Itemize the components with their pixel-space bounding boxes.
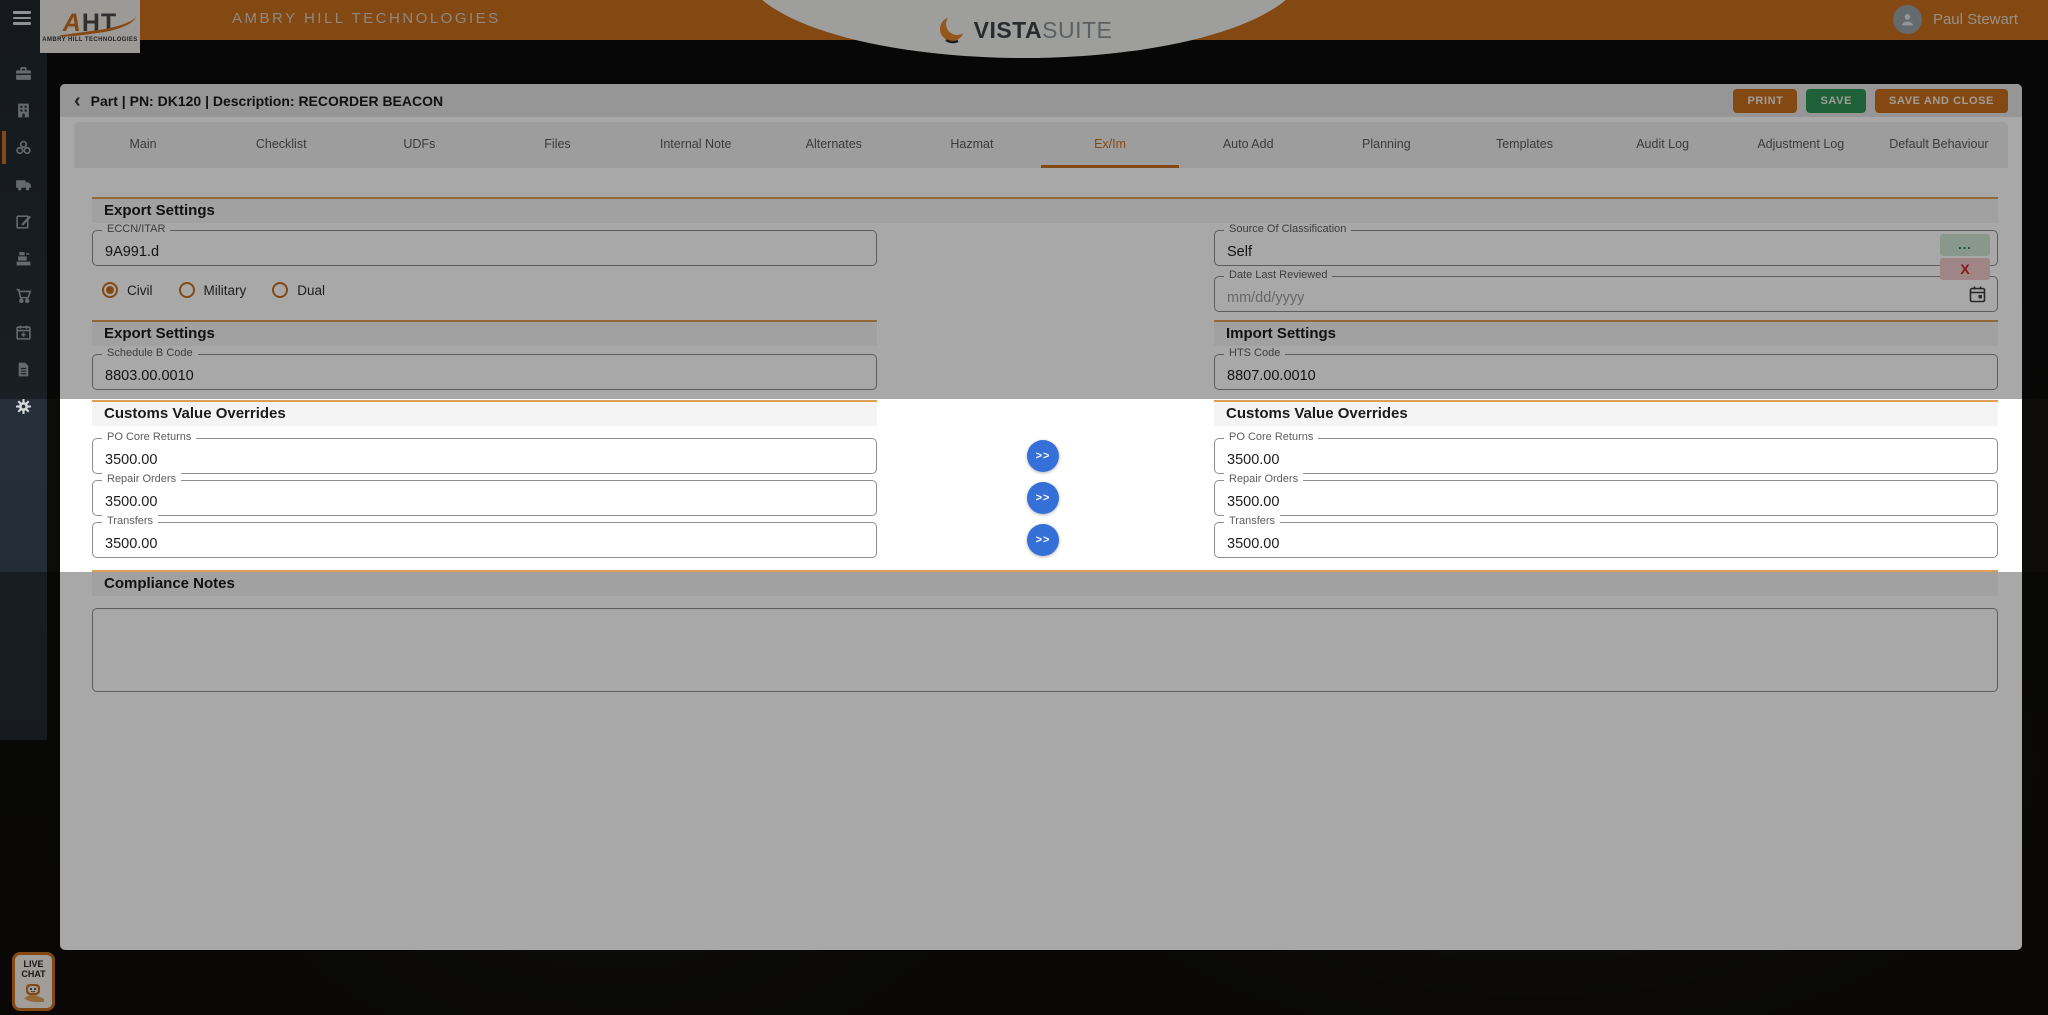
dim-overlay-top: [0, 0, 2048, 399]
po-core-returns-left-label: PO Core Returns: [102, 431, 196, 443]
transfers-left-field[interactable]: Transfers: [92, 522, 877, 558]
repair-orders-left-label: Repair Orders: [102, 473, 181, 485]
copy-po-core-returns-button[interactable]: >>: [1027, 440, 1059, 472]
transfers-left-input[interactable]: [93, 523, 876, 557]
copy-transfers-button[interactable]: >>: [1027, 524, 1059, 556]
transfers-left-label: Transfers: [102, 515, 158, 527]
po-core-returns-right-field[interactable]: PO Core Returns: [1214, 438, 1998, 474]
po-core-returns-right-input[interactable]: [1215, 439, 1997, 473]
po-core-returns-right-label: PO Core Returns: [1224, 431, 1318, 443]
dim-overlay-bottom: [0, 572, 2048, 1015]
copy-repair-orders-button[interactable]: >>: [1027, 482, 1059, 514]
repair-orders-left-field[interactable]: Repair Orders: [92, 480, 877, 516]
repair-orders-right-field[interactable]: Repair Orders: [1214, 480, 1998, 516]
repair-orders-right-input[interactable]: [1215, 481, 1997, 515]
customs-overrides-left-header: Customs Value Overrides: [92, 400, 877, 426]
po-core-returns-left-input[interactable]: [93, 439, 876, 473]
repair-orders-left-input[interactable]: [93, 481, 876, 515]
transfers-right-label: Transfers: [1224, 515, 1280, 527]
repair-orders-right-label: Repair Orders: [1224, 473, 1303, 485]
transfers-right-input[interactable]: [1215, 523, 1997, 557]
transfers-right-field[interactable]: Transfers: [1214, 522, 1998, 558]
po-core-returns-left-field[interactable]: PO Core Returns: [92, 438, 877, 474]
gear-icon: [15, 398, 32, 415]
customs-overrides-right-header: Customs Value Overrides: [1214, 400, 1998, 426]
